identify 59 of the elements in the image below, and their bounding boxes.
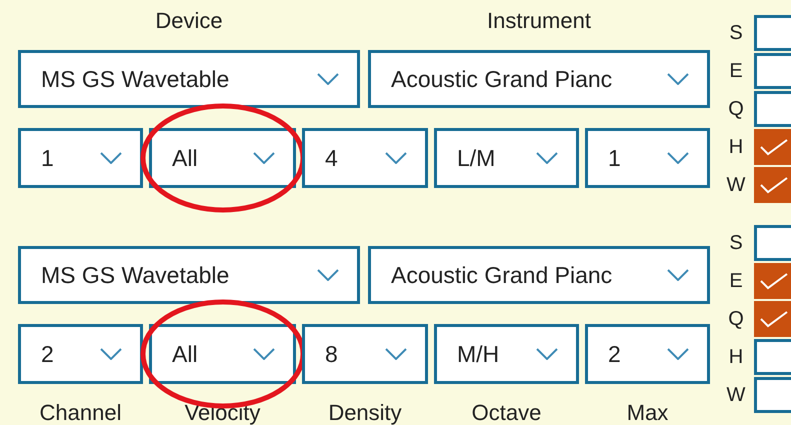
- check-icon: [759, 138, 789, 156]
- checkbox[interactable]: [754, 225, 791, 261]
- column-header: Device: [155, 8, 223, 34]
- checkbox-label: S: [728, 22, 744, 44]
- max-dropdown[interactable]: 1: [585, 128, 710, 188]
- column-label: Density: [328, 400, 402, 425]
- instrument-dropdown[interactable]: Acoustic Grand Pianc: [368, 246, 710, 304]
- checkbox-label: H: [728, 346, 744, 368]
- chevron-icon: [667, 348, 689, 360]
- octave-dropdown[interactable]: L/M: [434, 128, 579, 188]
- chevron-icon: [385, 152, 407, 164]
- column-label: Octave: [472, 400, 542, 425]
- instrument-dropdown[interactable]: Acoustic Grand Pianc: [368, 50, 710, 108]
- checkbox[interactable]: [754, 377, 791, 413]
- check-icon: [759, 176, 789, 194]
- checkbox-label: W: [726, 384, 746, 406]
- chevron-icon: [100, 152, 122, 164]
- checkbox[interactable]: [754, 301, 791, 337]
- checkbox-label: E: [728, 270, 744, 292]
- max-dropdown[interactable]: 2: [585, 324, 710, 384]
- chevron-icon: [385, 348, 407, 360]
- checkbox[interactable]: [754, 263, 791, 299]
- checkbox[interactable]: [754, 129, 791, 165]
- chevron-icon: [253, 348, 275, 360]
- column-label: Max: [626, 400, 668, 425]
- chevron-icon: [100, 348, 122, 360]
- checkbox-label: Q: [727, 98, 745, 120]
- checkbox-label: E: [728, 60, 744, 82]
- column-label: Channel: [40, 400, 122, 425]
- chevron-icon: [536, 152, 558, 164]
- channel-dropdown[interactable]: 2: [18, 324, 143, 384]
- checkbox[interactable]: [754, 53, 791, 89]
- chevron-icon: [667, 269, 689, 281]
- velocity-dropdown[interactable]: All: [149, 324, 296, 384]
- chevron-icon: [317, 269, 339, 281]
- checkbox-label: S: [728, 232, 744, 254]
- checkbox[interactable]: [754, 339, 791, 375]
- column-header: Instrument: [487, 8, 591, 34]
- checkbox-label: W: [726, 174, 746, 196]
- chevron-icon: [536, 348, 558, 360]
- chevron-icon: [317, 73, 339, 85]
- channel-dropdown[interactable]: 1: [18, 128, 143, 188]
- density-dropdown[interactable]: 4: [302, 128, 428, 188]
- octave-dropdown[interactable]: M/H: [434, 324, 579, 384]
- checkbox[interactable]: [754, 15, 791, 51]
- device-dropdown[interactable]: MS GS Wavetable: [18, 50, 360, 108]
- checkbox[interactable]: [754, 167, 791, 203]
- device-dropdown[interactable]: MS GS Wavetable: [18, 246, 360, 304]
- density-dropdown[interactable]: 8: [302, 324, 428, 384]
- check-icon: [759, 310, 789, 328]
- velocity-dropdown[interactable]: All: [149, 128, 296, 188]
- check-icon: [759, 272, 789, 290]
- chevron-icon: [667, 73, 689, 85]
- chevron-icon: [667, 152, 689, 164]
- checkbox-label: Q: [727, 308, 745, 330]
- checkbox[interactable]: [754, 91, 791, 127]
- column-label: Velocity: [184, 400, 260, 425]
- checkbox-label: H: [728, 136, 744, 158]
- chevron-icon: [253, 152, 275, 164]
